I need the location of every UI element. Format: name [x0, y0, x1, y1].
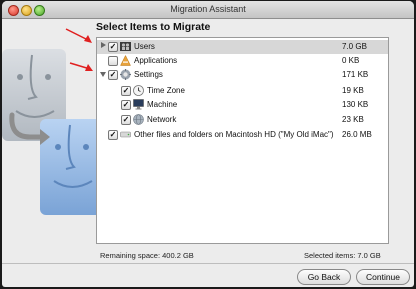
disclosure-triangle-open-icon[interactable] — [100, 72, 106, 77]
list-item-applications[interactable]: Applications 0 KB — [97, 54, 388, 68]
list-item-time-zone[interactable]: ✓ Time Zone 19 KB — [97, 84, 388, 98]
list-item-machine[interactable]: ✓ Machine 130 KB — [97, 98, 388, 112]
clock-icon — [133, 85, 144, 96]
item-size: 26.0 MB — [342, 130, 372, 139]
window-title: Migration Assistant — [170, 4, 246, 14]
users-checkbox[interactable]: ✓ — [108, 42, 118, 52]
item-label: Other files and folders on Macintosh HD … — [134, 130, 334, 139]
item-label: Machine — [147, 100, 178, 109]
item-label: Time Zone — [147, 86, 185, 95]
disk-icon — [120, 131, 131, 138]
item-size: 7.0 GB — [342, 42, 367, 51]
selected-items-text: Selected items: 7.0 GB — [304, 251, 381, 260]
item-label: Network — [147, 115, 177, 124]
settings-icon — [120, 69, 131, 80]
item-label: Users — [134, 42, 155, 51]
item-label: Settings — [134, 70, 163, 79]
migration-finder-illustration — [2, 28, 102, 215]
title-bar: Migration Assistant — [2, 1, 414, 19]
users-icon — [120, 42, 131, 51]
disclosure-triangle-closed-icon[interactable] — [101, 42, 106, 48]
network-icon — [133, 114, 144, 125]
item-size: 171 KB — [342, 70, 369, 79]
item-size: 23 KB — [342, 115, 364, 124]
item-size: 130 KB — [342, 100, 369, 109]
go-back-button[interactable]: Go Back — [297, 269, 351, 285]
network-checkbox[interactable]: ✓ — [121, 115, 131, 125]
list-item-settings[interactable]: ✓ Settings 171 KB — [97, 68, 388, 82]
item-label: Applications — [134, 56, 178, 65]
other-files-checkbox[interactable]: ✓ — [108, 130, 118, 140]
list-item-users[interactable]: ✓ Users 7.0 GB — [97, 40, 388, 54]
remaining-space-text: Remaining space: 400.2 GB — [100, 251, 194, 260]
page-heading: Select Items to Migrate — [96, 21, 211, 33]
migration-assistant-window: Migration Assistant Select Items to Migr… — [2, 1, 414, 287]
machine-checkbox[interactable]: ✓ — [121, 100, 131, 110]
continue-button[interactable]: Continue — [356, 269, 410, 285]
list-item-network[interactable]: ✓ Network 23 KB — [97, 113, 388, 127]
settings-checkbox[interactable]: ✓ — [108, 70, 118, 80]
item-size: 0 KB — [342, 56, 360, 65]
item-size: 19 KB — [342, 86, 364, 95]
applications-checkbox[interactable] — [108, 56, 118, 66]
applications-icon — [120, 55, 131, 66]
divider — [2, 263, 414, 264]
list-item-other-files[interactable]: ✓ Other files and folders on Macintosh H… — [97, 128, 388, 142]
time-zone-checkbox[interactable]: ✓ — [121, 86, 131, 96]
migration-items-list[interactable]: ✓ Users 7.0 GB Applications 0 KB ✓ Setti… — [96, 37, 389, 244]
monitor-icon — [133, 99, 144, 110]
